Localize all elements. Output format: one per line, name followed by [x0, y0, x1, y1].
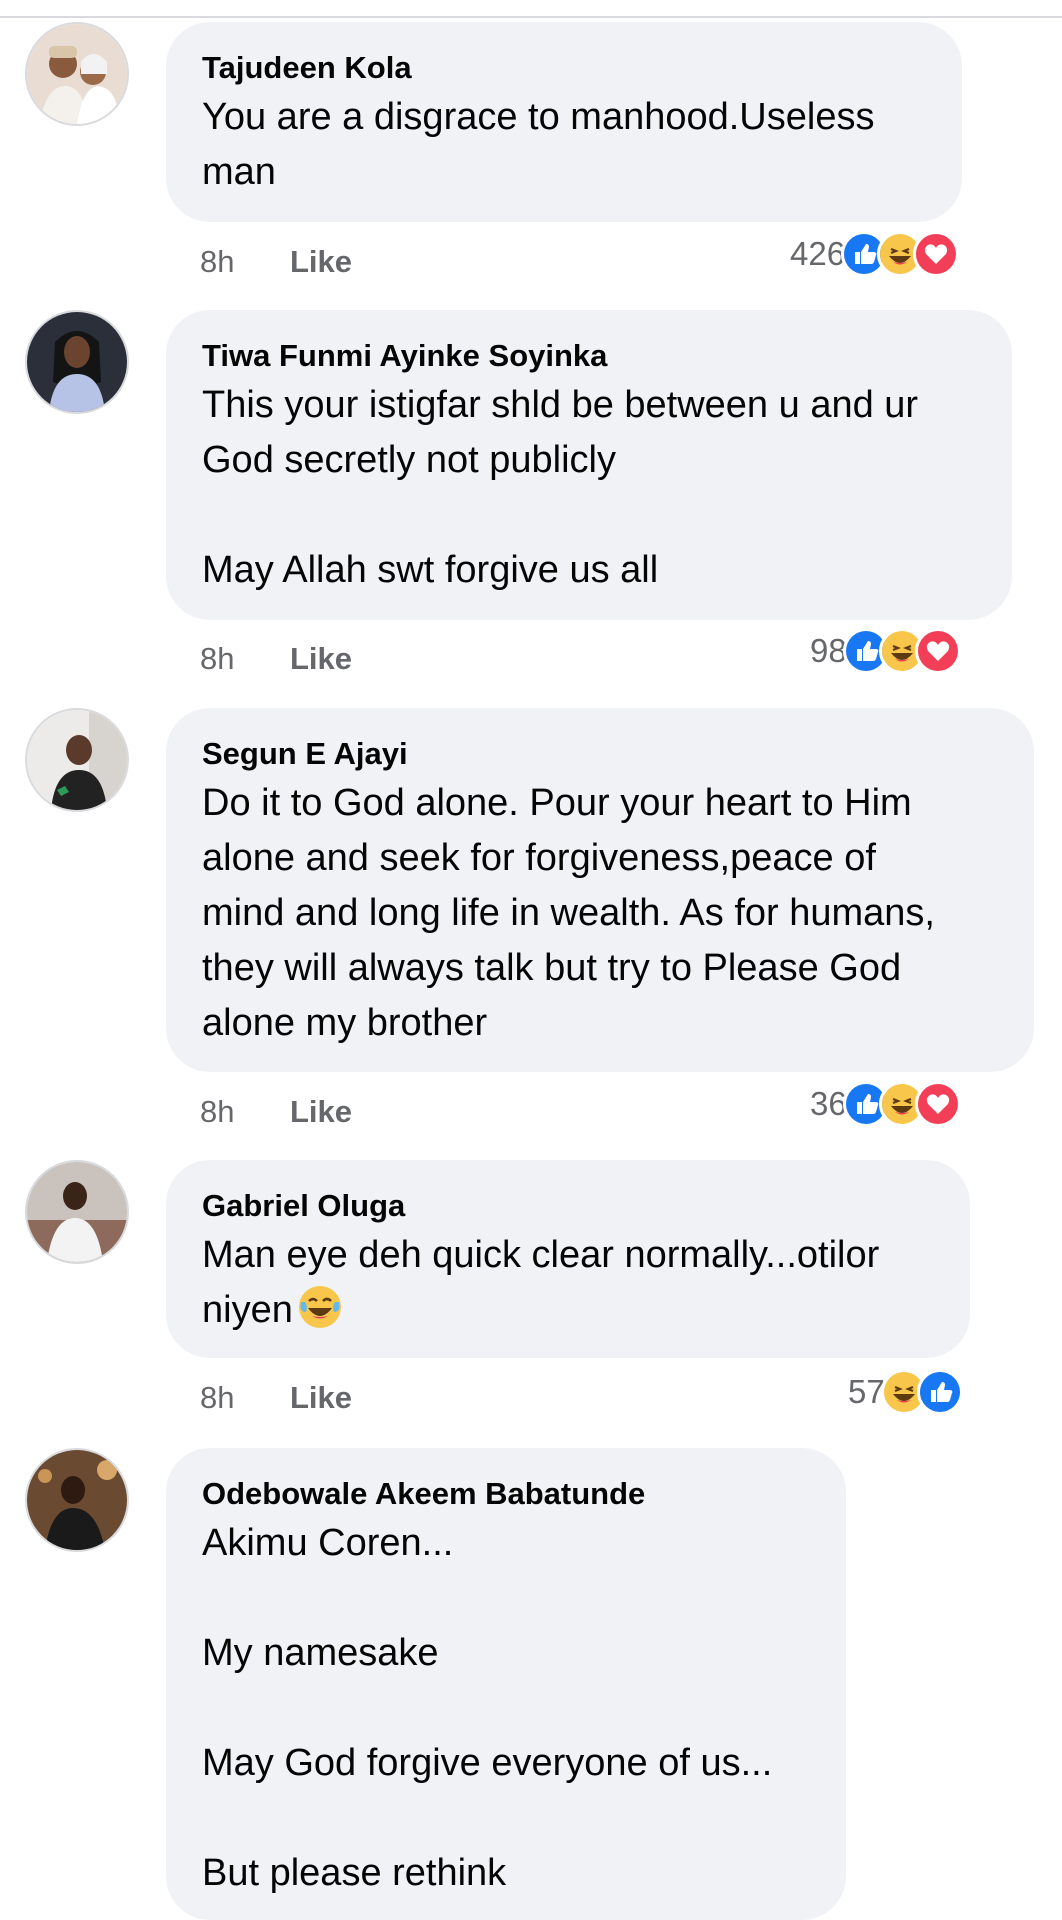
like-icon — [916, 1369, 963, 1415]
like-button[interactable]: Like — [290, 1380, 352, 1416]
comment-bubble: Gabriel Oluga Man eye deh quick clear no… — [166, 1160, 970, 1358]
reaction-count: 57 — [848, 1373, 885, 1410]
comment-author[interactable]: Odebowale Akeem Babatunde — [202, 1474, 810, 1514]
laughing-tears-emoji — [297, 1284, 343, 1330]
comment-author[interactable]: Segun E Ajayi — [202, 734, 998, 774]
comment-bubble: Segun E Ajayi Do it to God alone. Pour y… — [166, 708, 1034, 1072]
comment-author[interactable]: Tiwa Funmi Ayinke Soyinka — [202, 336, 976, 376]
comment-time[interactable]: 8h — [200, 1094, 290, 1130]
reaction-count: 426 — [790, 235, 846, 272]
comment-text: Do it to God alone. Pour your heart to H… — [202, 782, 935, 1044]
comment-time[interactable]: 8h — [200, 244, 290, 280]
comment-time[interactable]: 8h — [200, 1380, 290, 1416]
avatar[interactable] — [25, 1448, 129, 1552]
avatar[interactable] — [25, 310, 129, 414]
love-icon — [914, 628, 961, 674]
reaction-summary[interactable]: 57 — [848, 1368, 963, 1416]
comment-text: Akimu Coren... My namesake May God forgi… — [202, 1522, 773, 1894]
reaction-summary[interactable]: 36 — [810, 1080, 961, 1128]
reaction-summary[interactable]: 98 — [810, 627, 961, 675]
comment-actions: 8h Like — [200, 1376, 352, 1420]
reaction-count: 98 — [810, 632, 847, 669]
reaction-count: 36 — [810, 1085, 847, 1122]
love-icon — [914, 1081, 961, 1127]
comment-author[interactable]: Tajudeen Kola — [202, 48, 926, 88]
like-button[interactable]: Like — [290, 1094, 352, 1130]
comment-text-line: niyen — [202, 1289, 293, 1331]
love-icon — [913, 231, 960, 277]
comment-text-line: Man eye deh quick clear normally...otilo… — [202, 1234, 880, 1276]
avatar[interactable] — [25, 1160, 129, 1264]
comment-actions: 8h Like — [200, 637, 352, 681]
like-button[interactable]: Like — [290, 244, 352, 280]
top-divider — [0, 0, 1062, 18]
comment-actions: 8h Like — [200, 1090, 352, 1134]
avatar[interactable] — [25, 708, 129, 812]
reaction-summary[interactable]: 426 — [790, 230, 960, 278]
comment-bubble: Tiwa Funmi Ayinke Soyinka This your isti… — [166, 310, 1012, 620]
comment-time[interactable]: 8h — [200, 641, 290, 677]
like-button[interactable]: Like — [290, 641, 352, 677]
comment-bubble: Odebowale Akeem Babatunde Akimu Coren...… — [166, 1448, 846, 1920]
comment-text: You are a disgrace to manhood.Useless ma… — [202, 96, 875, 193]
comment-text: This your istigfar shld be between u and… — [202, 384, 919, 591]
comment-author[interactable]: Gabriel Oluga — [202, 1186, 934, 1226]
comment-bubble: Tajudeen Kola You are a disgrace to manh… — [166, 22, 962, 222]
comment-text: Man eye deh quick clear normally...otilo… — [202, 1228, 934, 1338]
avatar[interactable] — [25, 22, 129, 126]
comment-actions: 8h Like — [200, 240, 352, 284]
